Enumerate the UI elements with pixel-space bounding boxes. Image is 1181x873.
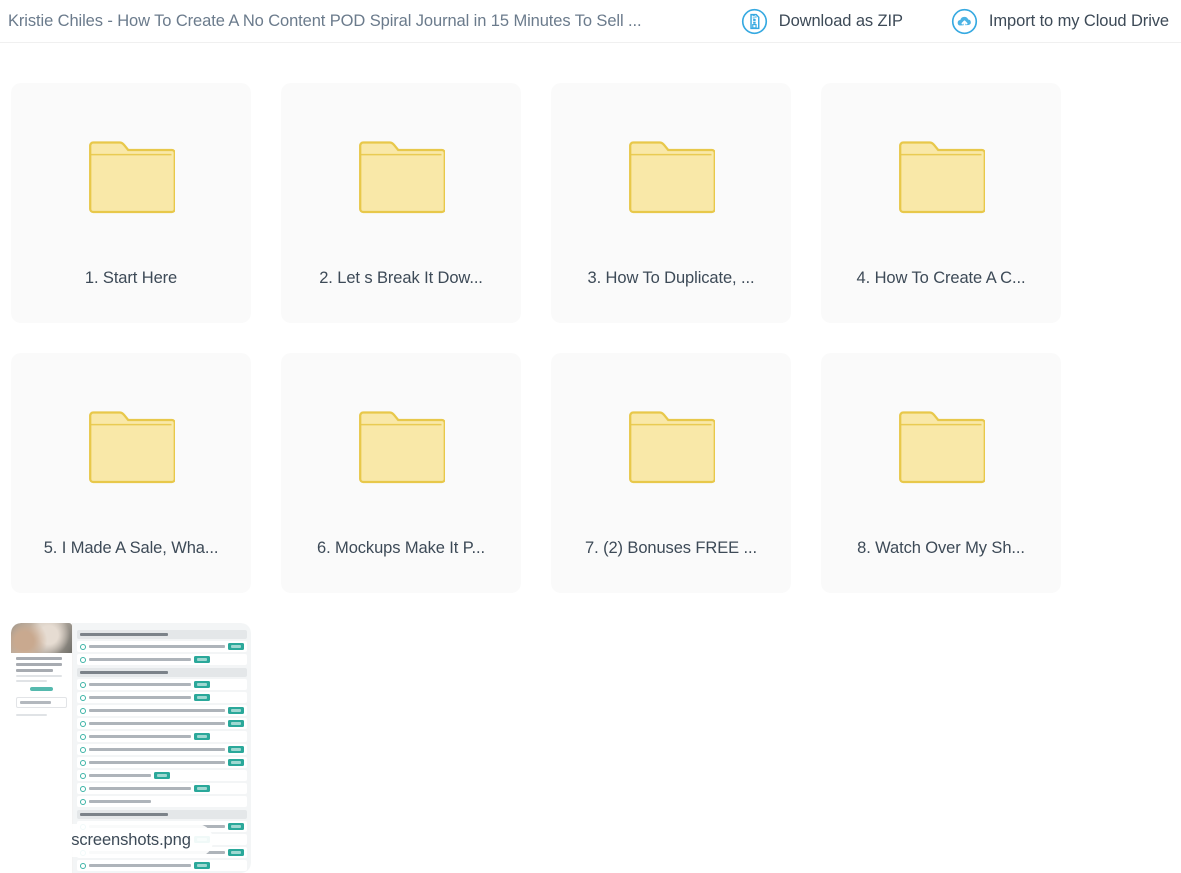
folder-card[interactable]: 8. Watch Over My Sh... bbox=[821, 353, 1061, 593]
folder-card[interactable]: 5. I Made A Sale, Wha... bbox=[11, 353, 251, 593]
folder-card[interactable]: 7. (2) Bonuses FREE ... bbox=[551, 353, 791, 593]
toolbar: Kristie Chiles - How To Create A No Cont… bbox=[0, 0, 1181, 43]
folder-card[interactable]: 2. Let s Break It Dow... bbox=[281, 83, 521, 323]
folder-icon bbox=[281, 353, 521, 539]
folder-name: 7. (2) Bonuses FREE ... bbox=[585, 539, 757, 557]
import-to-cloud-drive-button[interactable]: Import to my Cloud Drive bbox=[951, 8, 1169, 35]
thumbnail-photo bbox=[11, 623, 72, 653]
folder-icon bbox=[551, 353, 791, 539]
file-name: screenshots.png bbox=[71, 831, 191, 849]
folder-name: 1. Start Here bbox=[84, 269, 178, 287]
folder-name: 4. How To Create A C... bbox=[856, 269, 1026, 287]
folder-icon bbox=[821, 353, 1061, 539]
download-as-zip-label: Download as ZIP bbox=[778, 11, 903, 30]
file-grid: 1. Start Here 2. Let s Break It Dow... 3… bbox=[0, 43, 1181, 873]
folder-name: 8. Watch Over My Sh... bbox=[857, 539, 1025, 557]
folder-name: 2. Let s Break It Dow... bbox=[319, 269, 483, 287]
folder-icon bbox=[11, 83, 251, 269]
folder-icon bbox=[821, 83, 1061, 269]
folder-card[interactable]: 3. How To Duplicate, ... bbox=[551, 83, 791, 323]
folder-icon bbox=[281, 83, 521, 269]
zip-file-icon bbox=[741, 8, 768, 35]
download-as-zip-button[interactable]: Download as ZIP bbox=[741, 8, 903, 35]
folder-name: 5. I Made A Sale, Wha... bbox=[43, 539, 219, 557]
folder-card[interactable]: 4. How To Create A C... bbox=[821, 83, 1061, 323]
image-file-card[interactable]: screenshots.png bbox=[11, 623, 251, 873]
folder-card[interactable]: 6. Mockups Make It P... bbox=[281, 353, 521, 593]
folder-name: 3. How To Duplicate, ... bbox=[587, 269, 755, 287]
toolbar-actions: Download as ZIP Import to my Cloud Drive bbox=[741, 8, 1171, 35]
folder-card[interactable]: 1. Start Here bbox=[11, 83, 251, 323]
folder-name: 6. Mockups Make It P... bbox=[317, 539, 485, 557]
import-to-cloud-drive-label: Import to my Cloud Drive bbox=[988, 11, 1169, 30]
page-title: Kristie Chiles - How To Create A No Cont… bbox=[8, 11, 642, 30]
file-name-overlay: screenshots.png bbox=[49, 824, 213, 857]
folder-icon bbox=[551, 83, 791, 269]
cloud-upload-icon bbox=[951, 8, 978, 35]
folder-icon bbox=[11, 353, 251, 539]
